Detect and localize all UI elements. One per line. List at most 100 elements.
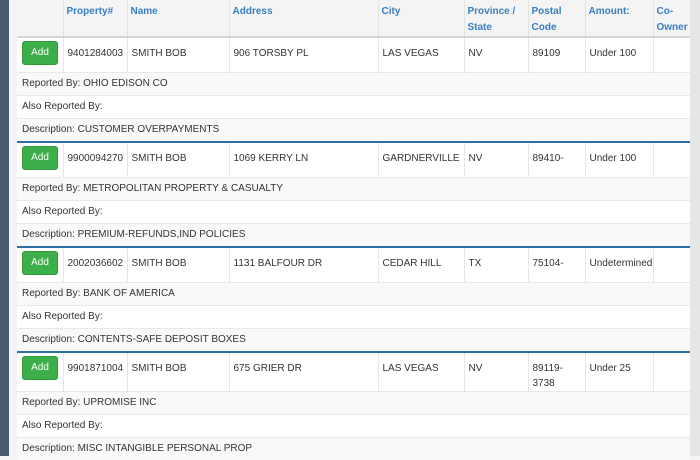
add-cell: Add [17,352,63,392]
header-property-label: Property# [67,6,114,17]
results-table: Property# Name Address City Province / St… [17,0,690,460]
header-postal-label-line2: Code [532,22,557,33]
header-amount[interactable]: Amount: [585,0,653,37]
reported-by-row: Reported By: UPROMISE INC [17,392,690,415]
page-scroll-gutter [690,0,700,456]
postal-cell: 89109 [528,37,585,73]
header-address[interactable]: Address [229,0,378,37]
description-label: Description: [22,124,75,135]
also-reported-by-row: Also Reported By: [17,201,690,224]
add-button[interactable]: Add [22,146,58,170]
add-button[interactable]: Add [22,251,58,275]
name-cell: SMITH BOB [127,142,229,178]
results-table-container: Property# Name Address City Province / St… [17,0,690,460]
also-reported-by-label: Also Reported By: [22,206,103,217]
reported-by-label: Reported By: [22,288,80,299]
reported-by-value: UPROMISE INC [83,397,156,408]
header-action [17,0,63,37]
reported-by-value: BANK OF AMERICA [83,288,175,299]
header-name-label: Name [131,6,158,17]
table-row: Add 9901871004 SMITH BOB 675 GRIER DR LA… [17,352,690,392]
also-reported-by-row: Also Reported By: [17,415,690,438]
header-coowner[interactable]: Co-Owner [653,0,690,37]
reported-by-row: Reported By: METROPOLITAN PROPERTY & CAS… [17,178,690,201]
coowner-cell [653,247,690,283]
description-value: CUSTOMER OVERPAYMENTS [78,124,220,135]
header-postal-label-line1: Postal [532,6,562,17]
description-cell: Description: CUSTOMER OVERPAYMENTS [17,119,690,143]
name-cell: SMITH BOB [127,247,229,283]
reported-by-label: Reported By: [22,397,80,408]
amount-cell: Under 100 [585,142,653,178]
header-province-label-line2: State [468,22,492,33]
add-button[interactable]: Add [22,356,58,380]
city-cell: GARDNERVILLE [378,142,464,178]
coowner-cell [653,142,690,178]
coowner-cell [653,352,690,392]
address-cell: 675 GRIER DR [229,352,378,392]
header-province[interactable]: Province / State [464,0,528,37]
city-cell: CEDAR HILL [378,247,464,283]
description-cell: Description: CONTENTS-SAFE DEPOSIT BOXES [17,329,690,353]
header-name[interactable]: Name [127,0,229,37]
name-cell: SMITH BOB [127,37,229,73]
description-label: Description: [22,334,75,345]
header-coowner-label-line1: Co- [657,6,674,17]
property-cell: 9901871004 [63,352,127,392]
reported-by-cell: Reported By: BANK OF AMERICA [17,283,690,306]
description-row: Description: CONTENTS-SAFE DEPOSIT BOXES [17,329,690,353]
name-cell: SMITH BOB [127,352,229,392]
state-cell: NV [464,352,528,392]
add-button[interactable]: Add [22,41,58,65]
also-reported-by-label: Also Reported By: [22,311,103,322]
also-reported-by-row: Also Reported By: [17,96,690,119]
address-cell: 1131 BALFOUR DR [229,247,378,283]
header-postal[interactable]: Postal Code [528,0,585,37]
property-cell: 9401284003 [63,37,127,73]
postal-cell: 89410- [528,142,585,178]
reported-by-label: Reported By: [22,183,80,194]
add-cell: Add [17,37,63,73]
description-row: Description: MISC INTANGIBLE PERSONAL PR… [17,438,690,460]
coowner-cell [653,37,690,73]
description-label: Description: [22,229,75,240]
description-cell: Description: MISC INTANGIBLE PERSONAL PR… [17,438,690,460]
header-property[interactable]: Property# [63,0,127,37]
also-reported-by-cell: Also Reported By: [17,201,690,224]
reported-by-value: OHIO EDISON CO [83,78,167,89]
reported-by-label: Reported By: [22,78,80,89]
postal-cell: 75104- [528,247,585,283]
also-reported-by-label: Also Reported By: [22,101,103,112]
add-cell: Add [17,247,63,283]
also-reported-by-cell: Also Reported By: [17,306,690,329]
address-cell: 1069 KERRY LN [229,142,378,178]
amount-cell: Undetermined [585,247,653,283]
city-cell: LAS VEGAS [378,352,464,392]
address-cell: 906 TORSBY PL [229,37,378,73]
also-reported-by-label: Also Reported By: [22,420,103,431]
description-label: Description: [22,443,75,454]
page-left-border [0,0,9,456]
header-city[interactable]: City [378,0,464,37]
description-cell: Description: PREMIUM-REFUNDS,IND POLICIE… [17,224,690,248]
header-amount-label: Amount: [589,6,630,17]
amount-cell: Under 100 [585,37,653,73]
also-reported-by-cell: Also Reported By: [17,415,690,438]
reported-by-cell: Reported By: METROPOLITAN PROPERTY & CAS… [17,178,690,201]
table-row: Add 2002036602 SMITH BOB 1131 BALFOUR DR… [17,247,690,283]
table-header-row: Property# Name Address City Province / St… [17,0,690,37]
description-row: Description: CUSTOMER OVERPAYMENTS [17,119,690,143]
reported-by-row: Reported By: BANK OF AMERICA [17,283,690,306]
reported-by-cell: Reported By: OHIO EDISON CO [17,73,690,96]
header-address-label: Address [233,6,273,17]
property-cell: 2002036602 [63,247,127,283]
header-province-label-line1: Province / [468,6,516,17]
state-cell: NV [464,142,528,178]
description-value: CONTENTS-SAFE DEPOSIT BOXES [78,334,246,345]
property-cell: 9900094270 [63,142,127,178]
table-row: Add 9401284003 SMITH BOB 906 TORSBY PL L… [17,37,690,73]
description-row: Description: PREMIUM-REFUNDS,IND POLICIE… [17,224,690,248]
city-cell: LAS VEGAS [378,37,464,73]
table-row: Add 9900094270 SMITH BOB 1069 KERRY LN G… [17,142,690,178]
reported-by-value: METROPOLITAN PROPERTY & CASUALTY [83,183,283,194]
